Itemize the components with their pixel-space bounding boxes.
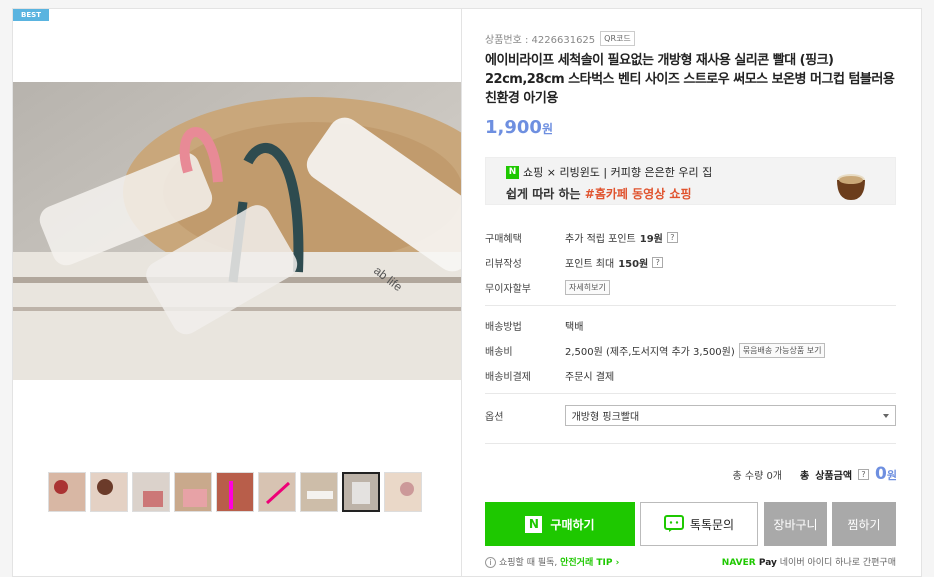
purchase-benefit-row: 구매혜택 추가 적립 포인트 19원 ? bbox=[485, 225, 896, 250]
installment-row: 무이자할부 자세히보기 bbox=[485, 275, 896, 300]
thumbnail[interactable] bbox=[90, 472, 128, 512]
option-select[interactable]: 개방형 핑크빨대 bbox=[564, 405, 896, 426]
help-icon[interactable]: ? bbox=[858, 468, 870, 480]
shipping-method-value: 택배 bbox=[565, 322, 584, 333]
thumbnail[interactable] bbox=[300, 472, 338, 512]
option-selected-value: 개방형 핑크빨대 bbox=[571, 412, 640, 423]
thumbnail-selected[interactable] bbox=[342, 472, 380, 512]
installment-label: 무이자할부 bbox=[485, 284, 531, 295]
price-currency: 원 bbox=[541, 122, 553, 136]
purchase-benefit-amount: 19원 bbox=[639, 234, 663, 245]
banner-highlight: #홈카페 동영상 쇼핑 bbox=[584, 187, 692, 201]
shipping-pay-row: 배송비결제 주문시 결제 bbox=[485, 363, 896, 388]
shipping-method-label: 배송방법 bbox=[485, 322, 522, 333]
product-page: BEST ab life 상품번호: 4226631625 QR코드 에이비라… bbox=[0, 0, 934, 577]
talk-bubble-icon bbox=[663, 515, 684, 532]
installment-detail-button[interactable]: 자세히보기 bbox=[565, 280, 610, 295]
safe-trade-tip-link[interactable]: 안전거래 TIP › bbox=[560, 558, 619, 568]
product-title: 에이비라이프 세척솔이 필요없는 개방형 재사용 실리콘 빨대 (핑크) 22c… bbox=[485, 53, 895, 106]
shipping-section: 배송방법 택배 배송비 2,500원 (제주,도서지역 추가 3,500원) 묶… bbox=[485, 313, 896, 388]
shipping-fee-label: 배송비 bbox=[485, 347, 513, 358]
shipping-fee-value: 2,500원 (제주,도서지역 추가 3,500원) 묶음배송 가능상품 보기 bbox=[565, 343, 826, 358]
installment-value: 자세히보기 bbox=[565, 280, 610, 295]
benefits-section: 구매혜택 추가 적립 포인트 19원 ? 리뷰작성 포인트 최대 150원 ? … bbox=[485, 225, 896, 300]
qr-code-button[interactable]: QR코드 bbox=[600, 31, 635, 46]
product-info-panel: 상품번호 : 4226631625 QR코드 에이비라이프 세척솔이 필요없는 … bbox=[462, 8, 922, 577]
banner-line1: N 쇼핑 × 리빙윈도 | 커피향 은은한 우리 집 bbox=[506, 164, 712, 180]
thumbnail[interactable] bbox=[216, 472, 254, 512]
option-row: 옵션 개방형 핑크빨대 bbox=[485, 403, 896, 428]
thumbnail[interactable] bbox=[48, 472, 86, 512]
banner-line1-text: 쇼핑 × 리빙윈도 | 커피향 은은한 우리 집 bbox=[523, 166, 713, 179]
coffee-cup-image bbox=[829, 164, 873, 202]
purchase-benefit-text: 추가 적립 포인트 bbox=[565, 234, 636, 245]
talktalk-button-label: 톡톡문의 bbox=[689, 517, 735, 532]
naver-pay-desc: 네이버 아이디 하나로 간편구매 bbox=[779, 558, 896, 568]
info-icon: i bbox=[485, 557, 496, 568]
buy-button[interactable]: N 구매하기 bbox=[485, 502, 635, 546]
bundle-shipping-button[interactable]: 묶음배송 가능상품 보기 bbox=[738, 343, 826, 358]
thumbnail[interactable] bbox=[174, 472, 212, 512]
total-amount-value: 0 bbox=[875, 464, 887, 484]
main-product-image[interactable]: ab life bbox=[13, 82, 461, 380]
price-value: 1,900 bbox=[485, 117, 542, 138]
safety-notice-text: 쇼핑할 때 필독, bbox=[499, 558, 561, 568]
banner-line2: 쉽게 따라 하는 #홈카페 동영상 쇼핑 bbox=[506, 185, 692, 202]
chevron-down-icon bbox=[883, 413, 889, 418]
total-amount-label: 상품금액 bbox=[815, 470, 853, 482]
safety-notice: i 쇼핑할 때 필독, 안전거래 TIP › bbox=[485, 555, 619, 568]
help-icon[interactable]: ? bbox=[652, 257, 664, 268]
purchase-benefit-label: 구매혜택 bbox=[485, 234, 522, 245]
product-code-text: 상품번호 : 4226631625 bbox=[485, 35, 596, 46]
thumbnail-list bbox=[48, 472, 422, 512]
option-label: 옵션 bbox=[485, 412, 504, 423]
buy-button-label: 구매하기 bbox=[550, 517, 595, 532]
product-price: 1,900원 bbox=[485, 117, 553, 138]
banner-line2-prefix: 쉽게 따라 하는 bbox=[506, 187, 585, 201]
purchase-benefit-value: 추가 적립 포인트 19원 ? bbox=[565, 230, 678, 245]
divider bbox=[485, 393, 896, 394]
shipping-fee-text: 2,500원 (제주,도서지역 추가 3,500원) bbox=[565, 347, 735, 358]
best-badge: BEST bbox=[13, 9, 49, 21]
naver-logo-text: NAVER bbox=[721, 558, 756, 568]
promo-banner[interactable]: N 쇼핑 × 리빙윈도 | 커피향 은은한 우리 집 쉽게 따라 하는 #홈카페… bbox=[485, 157, 896, 205]
thumbnail[interactable] bbox=[384, 472, 422, 512]
divider bbox=[485, 305, 896, 306]
review-benefit-text: 포인트 최대 bbox=[565, 259, 615, 270]
pay-logo-text: Pay bbox=[758, 558, 777, 568]
naver-n-icon: N bbox=[525, 515, 543, 533]
review-benefit-row: 리뷰작성 포인트 최대 150원 ? bbox=[485, 250, 896, 275]
naver-pay-logo: NAVER Pay bbox=[722, 558, 777, 568]
product-code: 상품번호 : 4226631625 QR코드 bbox=[485, 31, 635, 46]
cart-button[interactable]: 장바구니 bbox=[764, 502, 827, 546]
total-amount: 0원 bbox=[875, 464, 897, 484]
shipping-method-row: 배송방법 택배 bbox=[485, 313, 896, 338]
naver-pay-notice: NAVER Pay 네이버 아이디 하나로 간편구매 bbox=[722, 555, 896, 568]
product-image-panel: BEST ab life bbox=[12, 8, 462, 577]
footer-bar: i 쇼핑할 때 필독, 안전거래 TIP › NAVER Pay 네이버 아이디 … bbox=[485, 555, 896, 568]
thumbnail[interactable] bbox=[258, 472, 296, 512]
total-amount-prefix: 총 bbox=[800, 470, 810, 482]
shipping-pay-value: 주문시 결제 bbox=[565, 372, 615, 383]
shipping-pay-label: 배송비결제 bbox=[485, 372, 531, 383]
total-amount-currency: 원 bbox=[886, 469, 897, 482]
help-icon[interactable]: ? bbox=[666, 232, 678, 243]
naver-n-icon: N bbox=[506, 165, 519, 179]
talktalk-inquiry-button[interactable]: 톡톡문의 bbox=[640, 502, 758, 546]
shipping-fee-row: 배송비 2,500원 (제주,도서지역 추가 3,500원) 묶음배송 가능상품… bbox=[485, 338, 896, 363]
wishlist-button[interactable]: 찜하기 bbox=[832, 502, 896, 546]
thumbnail[interactable] bbox=[132, 472, 170, 512]
option-section: 옵션 개방형 핑크빨대 bbox=[485, 403, 896, 428]
review-benefit-amount: 150원 bbox=[618, 259, 649, 270]
review-benefit-value: 포인트 최대 150원 ? bbox=[565, 255, 664, 270]
total-summary: 총 수량 0개 총 상품금액 ? 0원 bbox=[732, 464, 897, 484]
review-benefit-label: 리뷰작성 bbox=[485, 259, 522, 270]
divider bbox=[485, 443, 896, 444]
total-quantity: 총 수량 0개 bbox=[732, 470, 783, 482]
